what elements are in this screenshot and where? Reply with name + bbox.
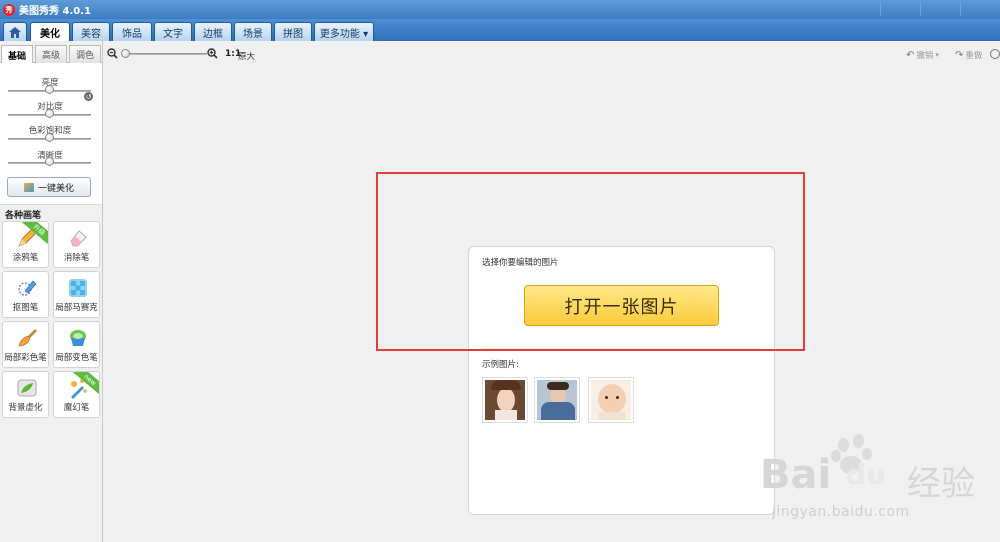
tool-color-brush[interactable]: 局部彩色笔 [2,321,49,368]
window-min-button[interactable] [880,2,910,16]
contrast-slider-thumb[interactable] [45,109,54,118]
tool-label: 局部马赛克 [55,303,98,313]
divider [482,348,763,349]
open-image-button[interactable]: 打开一张图片 [524,285,719,326]
cutout-pen-icon [18,280,37,296]
rotate-icon[interactable] [990,49,1000,59]
saturation-slider-thumb[interactable] [45,133,54,142]
window-close-button[interactable] [960,2,990,16]
sample-image-3[interactable] [588,377,634,423]
tab-makeup[interactable]: 美容 [72,22,110,41]
undo-dropdown-icon[interactable]: ▾ [935,51,939,59]
tool-label: 局部彩色笔 [4,353,47,363]
watermark-brand: Bai [760,452,832,498]
undo-icon: ↶ [906,49,915,61]
watermark-url: jingyan.baidu.com [772,504,910,520]
tool-eraser-pen[interactable]: 消除笔 [53,221,100,268]
zoom-in-icon[interactable] [207,48,218,59]
tool-blur-background[interactable]: 背景虚化 [2,371,49,418]
tab-more[interactable]: 更多功能 ▾ [314,22,374,41]
sharpness-slider-thumb[interactable] [45,157,54,166]
tab-scene[interactable]: 场景 [234,22,272,41]
app-logo: 秀 [3,3,15,16]
brightness-slider-thumb[interactable] [45,85,54,94]
tab-collage[interactable]: 拼图 [274,22,312,41]
home-icon [9,26,21,38]
one-key-beautify-button[interactable]: 一键美化 [7,177,91,197]
brush-section-title: 各种画笔 [5,211,42,221]
tool-label: 涂鸦笔 [12,253,39,263]
tool-mosaic[interactable]: 局部马赛克 [53,271,100,318]
tab-beautify[interactable]: 美化 [30,22,70,41]
subtab-advanced[interactable]: 高级 [35,45,67,63]
tool-magic-pen[interactable]: new 魔幻笔 [53,371,100,418]
redo-label: 重做 [965,51,983,61]
tool-cutout-pen[interactable]: 抠图笔 [2,271,49,318]
watermark-brand-cn: 经验 [907,464,975,504]
zoom-slider[interactable] [125,53,207,55]
tab-text[interactable]: 文字 [154,22,192,41]
sample-image-2[interactable] [534,377,580,423]
subtab-color[interactable]: 调色 [69,45,101,63]
app-window: 秀 美图秀秀 4.0.1 美化 美容 饰品 文字 边框 场景 拼图 更多功能 ▾… [0,0,1000,542]
zoom-slider-thumb[interactable] [121,49,130,58]
tab-frame[interactable]: 边框 [194,22,232,41]
subtab-bar: 基础 高级 调色 [0,45,102,64]
home-tab[interactable] [3,22,27,41]
open-image-dialog: 选择你要编辑的图片 打开一张图片 示例图片: [468,246,775,515]
tool-recolor-brush[interactable]: 局部变色笔 [53,321,100,368]
sample-images-label: 示例图片: [482,360,519,370]
redo-icon: ↷ [955,49,964,61]
main-nav: 美化 美容 饰品 文字 边框 场景 拼图 更多功能 ▾ [0,19,1000,41]
left-panel: 基础 高级 调色 ↺ 亮度 对比度 色彩饱和度 清晰度 一键美化 各种画笔 升级… [0,41,103,542]
watermark-du: du [846,458,886,491]
color-brush-icon [18,329,37,347]
baidu-watermark: Bai du 经验 jingyan.baidu.com [752,434,992,538]
tool-label: 抠图笔 [12,303,39,313]
tab-accessories[interactable]: 饰品 [112,22,152,41]
magic-wand-icon [23,182,34,192]
undo-button[interactable]: ↶ 撤销 ▾ [906,49,939,62]
mosaic-icon [69,279,87,297]
sample-image-1[interactable] [482,377,528,423]
tool-label: 魔幻笔 [63,403,90,413]
recolor-brush-icon [70,330,86,346]
blur-background-icon [17,379,37,397]
redo-button[interactable]: ↷ 重做 [955,49,983,62]
zoom-out-icon[interactable] [107,48,118,59]
window-max-button[interactable] [920,2,950,16]
app-title: 美图秀秀 4.0.1 [19,6,91,17]
eraser-icon [70,230,87,247]
subtab-basic[interactable]: 基础 [1,45,33,64]
original-size-button[interactable]: 原大 [238,50,255,62]
tool-label: 局部变色笔 [55,353,98,363]
title-bar: 秀 美图秀秀 4.0.1 [0,0,1000,19]
dialog-title: 选择你要编辑的图片 [482,258,559,268]
tool-label: 消除笔 [63,253,90,263]
zoom-toolbar: 1:1 原大 ↶ 撤销 ▾ ↷ 重做 [103,41,1000,63]
tool-label: 背景虚化 [8,403,43,413]
undo-label: 撤销 [916,51,934,61]
tool-doodle-pen[interactable]: 升级 涂鸦笔 [2,221,49,268]
one-key-beautify-label: 一键美化 [37,183,74,194]
